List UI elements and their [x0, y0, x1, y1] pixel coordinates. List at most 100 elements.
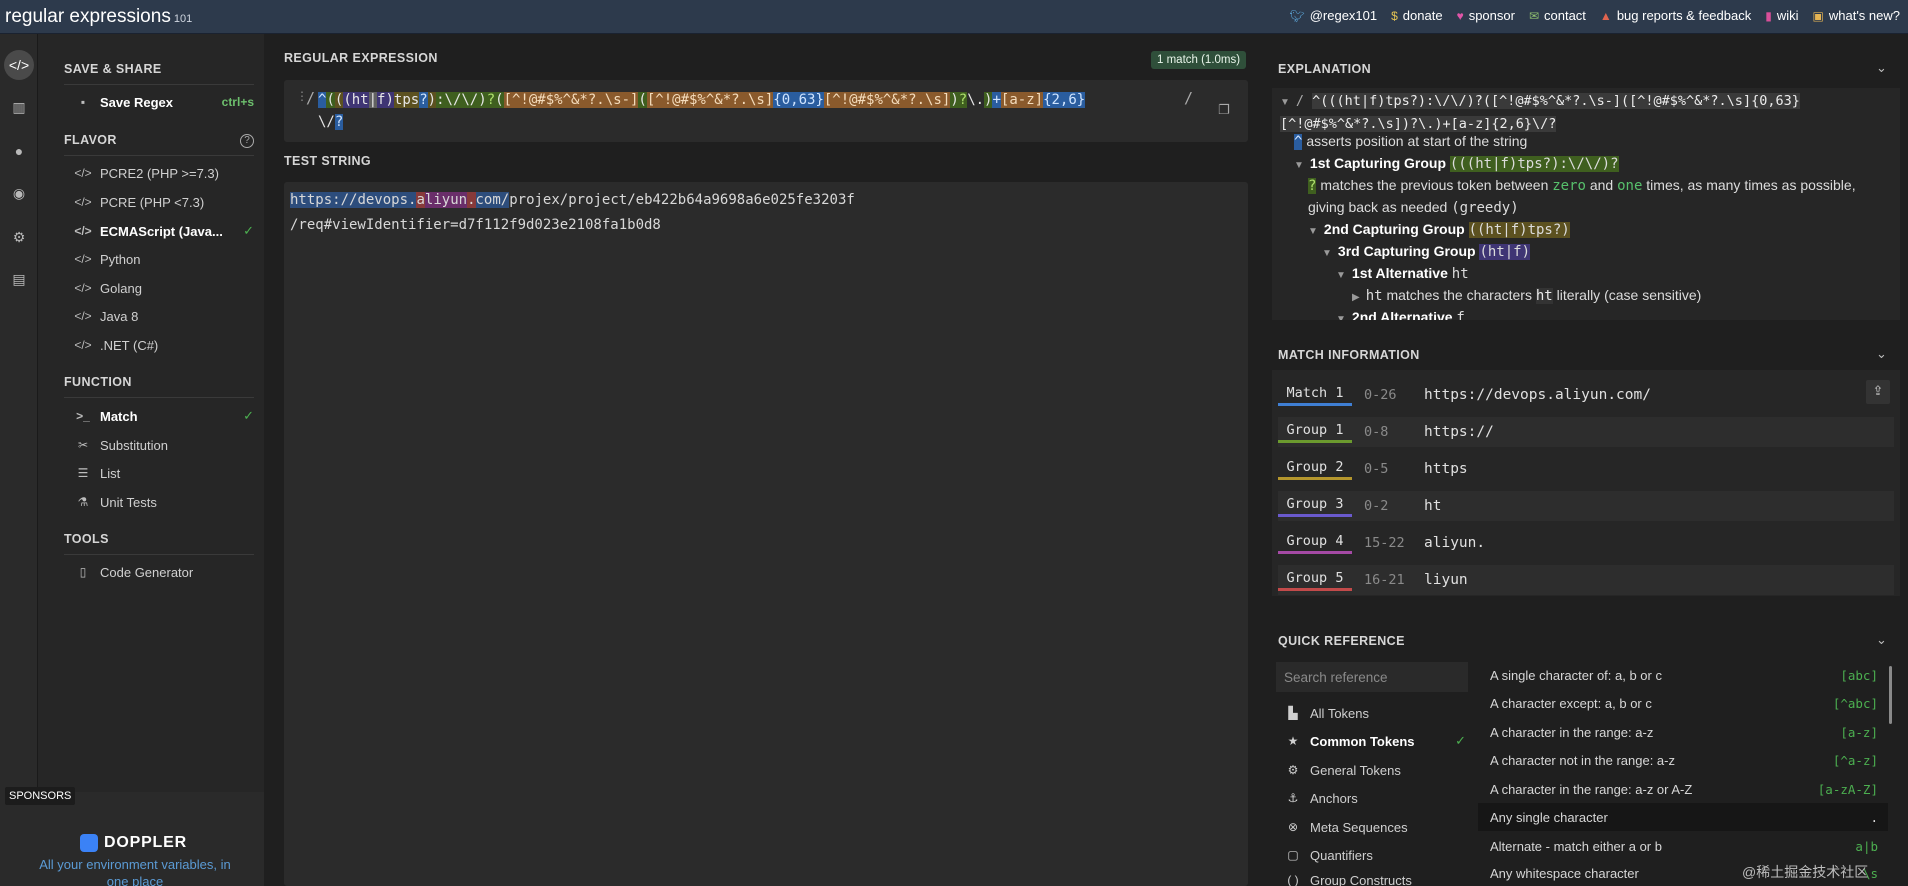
test-string-text[interactable]: https://devops.aliyun.com/projex/project… — [290, 188, 855, 238]
code-icon: </> — [74, 338, 92, 352]
flavor-python[interactable]: </> Python — [74, 248, 254, 270]
qr-token: [a-z] — [1840, 724, 1878, 740]
save-regex-button[interactable]: ▪ Save Regex ctrl+s — [74, 91, 254, 113]
regex-token: \/ — [318, 114, 335, 130]
parens-icon: ( ) — [1287, 873, 1299, 886]
triangle-down-icon[interactable]: ▼ — [1280, 97, 1290, 108]
explanation-regex-code: ^(((ht|f)tps?):\/\/)?([^!@#$%^&*?.\s-]([… — [1280, 93, 1800, 132]
qr-row[interactable]: A character in the range: a-z [a-z] — [1478, 718, 1888, 746]
flavor-java8[interactable]: </> Java 8 — [74, 305, 254, 327]
qr-category-general-tokens[interactable]: ⚙ General Tokens — [1286, 759, 1466, 781]
top-link-contact[interactable]: ✉ contact — [1529, 8, 1586, 23]
group-value: https — [1424, 461, 1468, 477]
function-match[interactable]: >_ Match ✓ — [74, 405, 254, 427]
function-header: FUNCTION — [64, 375, 132, 389]
regex-token: [^!@#$%^&*?.\s-] — [503, 92, 639, 108]
triangle-down-icon[interactable]: ▼ — [1336, 314, 1346, 320]
reference-search-input[interactable] — [1276, 662, 1468, 692]
qr-row[interactable]: Alternate - match either a or b a|b — [1478, 832, 1888, 860]
triangle-right-icon[interactable]: ▶ — [1352, 292, 1360, 303]
triangle-down-icon[interactable]: ▼ — [1322, 248, 1332, 259]
code-icon: </> — [74, 224, 92, 238]
explanation-line: ? matches the previous token between zer… — [1308, 177, 1856, 194]
explanation-line: ▶ ht matches the characters ht literally … — [1352, 287, 1701, 304]
function-substitution[interactable]: ✂ Substitution — [74, 434, 254, 456]
flavor-pcre2[interactable]: </> PCRE2 (PHP >=7.3) — [74, 162, 254, 184]
code-icon: </> — [74, 309, 92, 323]
test-string-input[interactable] — [284, 182, 1248, 886]
regex-token: \. — [967, 92, 985, 108]
qr-row[interactable]: A character except: a, b or c [^abc] — [1478, 689, 1888, 717]
qr-category-common-tokens[interactable]: ★ Common Tokens ✓ — [1286, 730, 1466, 752]
code-icon[interactable]: </> — [4, 50, 34, 80]
scrollbar[interactable] — [1889, 666, 1892, 724]
explanation-title: 1st Capturing Group — [1309, 155, 1447, 171]
qr-row[interactable]: A character not in the range: a-z [^a-z] — [1478, 746, 1888, 774]
chevron-down-icon[interactable]: ⌄ — [1876, 60, 1887, 76]
app-logo[interactable]: regular expressions 101 — [5, 6, 192, 28]
chevron-down-icon[interactable]: ⌄ — [1876, 346, 1887, 362]
explanation-code: (((ht|f)tps?):\/\/)? — [1449, 156, 1619, 172]
qr-category-anchors[interactable]: ⚓ Anchors — [1286, 787, 1466, 809]
top-link-sponsor[interactable]: ♥ sponsor — [1457, 8, 1515, 23]
flavor-golang[interactable]: </> Golang — [74, 277, 254, 299]
top-link-twitter[interactable]: 🐦︎ @regex101 — [1289, 8, 1377, 23]
library-icon[interactable]: ▥ — [4, 92, 34, 122]
help-icon[interactable]: ? — [240, 134, 254, 148]
gamepad-icon[interactable]: ◉ — [4, 178, 34, 208]
triangle-down-icon[interactable]: ▼ — [1308, 226, 1318, 237]
qr-desc: A character in the range: a-z or A-Z — [1490, 781, 1693, 797]
settings-icon[interactable]: ⚙ — [4, 222, 34, 252]
qr-category-group-constructs[interactable]: ( ) Group Constructs — [1286, 873, 1466, 886]
explanation-text: literally (case sensitive) — [1552, 287, 1702, 303]
qr-desc: A character except: a, b or c — [1490, 695, 1652, 711]
triangle-down-icon[interactable]: ▼ — [1336, 270, 1346, 281]
group-value: https:// — [1424, 424, 1494, 440]
chat-icon[interactable]: ▤ — [4, 264, 34, 294]
qr-category-all-tokens[interactable]: ▙ All Tokens — [1286, 702, 1466, 724]
qr-row[interactable]: A single character of: a, b or c [abc] — [1478, 661, 1888, 689]
warning-icon: ▲ — [1599, 8, 1612, 23]
explanation-code: f — [1456, 310, 1465, 320]
tool-code-generator[interactable]: ▯ Code Generator — [74, 561, 254, 583]
qr-category-quantifiers[interactable]: ▢ Quantifiers — [1286, 844, 1466, 866]
match-highlight: a — [416, 192, 425, 208]
explanation-line: ^ asserts position at start of the strin… — [1294, 133, 1527, 150]
flavor-dotnet[interactable]: </> .NET (C#) — [74, 334, 254, 356]
explanation-code: ht — [1535, 288, 1553, 304]
match-highlight: https — [290, 192, 333, 208]
watermark: @稀土掘金技术社区 — [1742, 864, 1869, 880]
flavor-pcre[interactable]: </> PCRE (PHP <7.3) — [74, 191, 254, 213]
category-label: Common Tokens — [1310, 733, 1415, 749]
triangle-down-icon[interactable]: ▼ — [1294, 160, 1304, 171]
sponsor-text[interactable]: All your environment variables, in one p… — [30, 856, 240, 886]
function-list[interactable]: ☰ List — [74, 462, 254, 484]
top-link-wiki[interactable]: ▮ wiki — [1765, 8, 1798, 23]
regex-open-delimiter: / — [306, 89, 316, 107]
dollar-icon: $ — [1391, 8, 1398, 23]
copy-icon[interactable]: ❐ — [1218, 102, 1230, 118]
qr-desc: Alternate - match either a or b — [1490, 838, 1662, 854]
match-label: Match 1 — [1278, 385, 1352, 406]
qr-category-meta-sequences[interactable]: ⊗ Meta Sequences — [1286, 816, 1466, 838]
group-range: 0-8 — [1364, 424, 1389, 440]
qr-row[interactable]: A character in the range: a-z or A-Z [a-z… — [1478, 775, 1888, 803]
explanation-code: ht — [1451, 266, 1469, 282]
icon-rail: </> ▥ ● ◉ ⚙ ▤ — [0, 34, 38, 886]
news-icon: ▣ — [1812, 8, 1824, 23]
sponsor-doppler[interactable]: DOPPLER — [80, 834, 187, 852]
tool-label: Code Generator — [100, 564, 194, 580]
top-link-whats-new[interactable]: ▣ what's new? — [1813, 8, 1900, 23]
top-link-bug-reports[interactable]: ▲ bug reports & feedback — [1600, 8, 1751, 23]
function-unit-tests[interactable]: ⚗ Unit Tests — [74, 491, 254, 513]
regex-token: ? — [486, 92, 496, 108]
top-link-donate[interactable]: $ donate — [1391, 8, 1442, 23]
flavor-ecmascript[interactable]: </> ECMAScript (Java... ✓ — [74, 220, 254, 242]
qr-row[interactable]: Any single character. — [1478, 803, 1888, 831]
regex-token: ? — [958, 92, 968, 108]
chevron-down-icon[interactable]: ⌄ — [1876, 632, 1887, 648]
mail-icon: ✉ — [1528, 8, 1539, 23]
user-icon[interactable]: ● — [4, 136, 34, 166]
flavor-label: Python — [100, 251, 141, 267]
regex-text[interactable]: ^(((ht|f)tps?):\/\/)?([^!@#$%^&*?.\s-]([… — [318, 89, 1104, 133]
